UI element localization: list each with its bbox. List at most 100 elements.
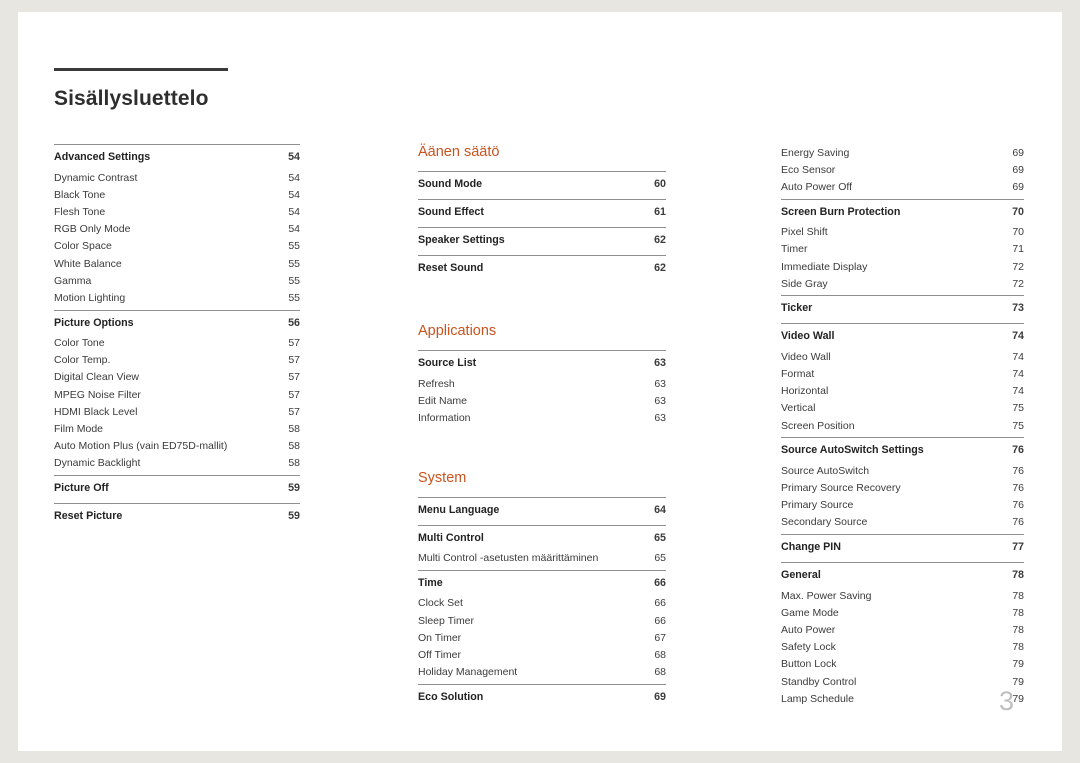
toc-entry-label: Auto Motion Plus (vain ED75D-mallit) xyxy=(54,440,228,453)
toc-entry-main[interactable]: Eco Solution 69 xyxy=(418,685,666,709)
toc-entry-label: On Timer xyxy=(418,631,462,644)
toc-entry-main[interactable]: Reset Picture 59 xyxy=(54,504,300,528)
toc-entry-sub[interactable]: Information 63 xyxy=(418,409,666,426)
toc-entry-main[interactable]: Change PIN 77 xyxy=(781,535,1024,559)
toc-entry-sub[interactable]: Sleep Timer 66 xyxy=(418,612,666,629)
toc-entry-main[interactable]: Picture Off 59 xyxy=(54,476,300,500)
toc-entry-sub[interactable]: Game Mode 78 xyxy=(781,604,1024,621)
toc-entry-sub[interactable]: On Timer 67 xyxy=(418,629,666,646)
toc-entry-main[interactable]: Reset Sound 62 xyxy=(418,256,666,280)
toc-entry-main[interactable]: Menu Language 64 xyxy=(418,498,666,522)
toc-entry-sub[interactable]: Edit Name 63 xyxy=(418,392,666,409)
toc-entry-sub[interactable]: Holiday Management 68 xyxy=(418,664,666,681)
toc-entry-label: Change PIN xyxy=(781,541,841,553)
toc-entry-sub[interactable]: Screen Position 75 xyxy=(781,417,1024,434)
toc-entry-label: Reset Sound xyxy=(418,262,484,274)
toc-entry-label: Time xyxy=(418,576,443,589)
toc-entry-sub[interactable]: Dynamic Contrast 54 xyxy=(54,169,300,186)
toc-entry-sub[interactable]: Standby Control 79 xyxy=(781,673,1024,690)
toc-entry-page: 77 xyxy=(1012,541,1024,553)
toc-entry-sub[interactable]: Video Wall 74 xyxy=(781,348,1024,365)
toc-entry-label: Timer xyxy=(781,243,808,256)
toc-entry-sub[interactable]: Clock Set 66 xyxy=(418,595,666,612)
toc-entry-main[interactable]: Multi Control 65 xyxy=(418,526,666,550)
toc-entry-sub[interactable]: Film Mode 58 xyxy=(54,420,300,437)
section-heading: Applications xyxy=(418,323,497,339)
toc-group: Eco Solution 69 xyxy=(418,683,666,712)
toc-entry-sub[interactable]: Immediate Display 72 xyxy=(781,258,1024,275)
toc-entry-main[interactable]: Ticker 73 xyxy=(781,296,1024,320)
toc-entry-main[interactable]: Source AutoSwitch Settings 76 xyxy=(781,438,1024,462)
toc-entry-sub[interactable]: Off Timer 68 xyxy=(418,646,666,663)
toc-entry-page: 76 xyxy=(1012,499,1024,512)
toc-entry-main[interactable]: Sound Effect 61 xyxy=(418,200,666,224)
toc-entry-label: Energy Saving xyxy=(781,146,850,159)
toc-entry-sub[interactable]: White Balance 55 xyxy=(54,255,300,272)
toc-entry-sub[interactable]: Color Temp. 57 xyxy=(54,352,300,369)
toc-entry-sub[interactable]: Auto Power Off 69 xyxy=(781,178,1024,195)
toc-entry-sub[interactable]: Lamp Schedule 79 xyxy=(781,690,1024,707)
toc-entry-main[interactable]: Video Wall 74 xyxy=(781,324,1024,348)
toc-entry-label: Sleep Timer xyxy=(418,614,475,627)
toc-entry-main[interactable]: Screen Burn Protection 70 xyxy=(781,200,1024,224)
toc-entry-sub[interactable]: Secondary Source 76 xyxy=(781,514,1024,531)
toc-entry-label: Immediate Display xyxy=(781,260,868,273)
toc-entry-sub[interactable]: Safety Lock 78 xyxy=(781,639,1024,656)
toc-entry-page: 73 xyxy=(1012,302,1024,315)
toc-entry-label: Picture Options xyxy=(54,316,134,329)
toc-entry-sub[interactable]: Timer 71 xyxy=(781,241,1024,258)
page-title-block: Sisällysluettelo xyxy=(54,68,228,111)
toc-entry-sub[interactable]: Horizontal 74 xyxy=(781,383,1024,400)
toc-entry-sub[interactable]: Multi Control -asetusten määrittäminen 65 xyxy=(418,550,666,567)
toc-entry-main[interactable]: Speaker Settings 62 xyxy=(418,228,666,252)
toc-entry-sub[interactable]: Vertical 75 xyxy=(781,400,1024,417)
toc-entry-sub[interactable]: Primary Source Recovery 76 xyxy=(781,479,1024,496)
toc-entry-sub[interactable]: RGB Only Mode 54 xyxy=(54,221,300,238)
toc-entry-page: 75 xyxy=(1012,419,1024,432)
toc-entry-sub[interactable]: MPEG Noise Filter 57 xyxy=(54,386,300,403)
toc-entry-label: Speaker Settings xyxy=(418,234,505,246)
toc-entry-sub[interactable]: Button Lock 79 xyxy=(781,656,1024,673)
toc-entry-page: 59 xyxy=(288,510,300,522)
toc-entry-sub[interactable]: Refresh 63 xyxy=(418,375,666,392)
toc-entry-sub[interactable]: Black Tone 54 xyxy=(54,186,300,203)
toc-entry-label: HDMI Black Level xyxy=(54,405,138,418)
toc-entry-sub[interactable]: Motion Lighting 55 xyxy=(54,289,300,306)
toc-entry-sub[interactable]: Gamma 55 xyxy=(54,272,300,289)
toc-entry-sub[interactable]: Energy Saving 69 xyxy=(781,144,1024,161)
toc-entry-sub[interactable]: Color Space 55 xyxy=(54,238,300,255)
toc-entry-main[interactable]: Time 66 xyxy=(418,571,666,595)
toc-entry-main[interactable]: General 78 xyxy=(781,563,1024,587)
toc-entry-main[interactable]: Advanced Settings 54 xyxy=(54,145,300,169)
toc-entry-sub[interactable]: Side Gray 72 xyxy=(781,275,1024,292)
toc-entry-label: Information xyxy=(418,411,471,424)
toc-column-2: Äänen säätö Sound Mode 60 Sound Effect 61 Spe… xyxy=(418,144,666,712)
toc-entry-label: Advanced Settings xyxy=(54,151,151,163)
toc-entry-main[interactable]: Source List 63 xyxy=(418,351,666,375)
toc-entry-sub[interactable]: Eco Sensor 69 xyxy=(781,161,1024,178)
toc-entry-page: 57 xyxy=(288,388,300,401)
toc-entry-page: 70 xyxy=(1012,205,1024,218)
toc-entry-page: 57 xyxy=(288,405,300,418)
toc-entry-sub[interactable]: Flesh Tone 54 xyxy=(54,203,300,220)
toc-entry-sub[interactable]: Auto Motion Plus (vain ED75D-mallit) 58 xyxy=(54,438,300,455)
toc-entry-label: Sound Effect xyxy=(418,206,484,218)
toc-entry-label: Dynamic Contrast xyxy=(54,171,138,184)
toc-entry-page: 63 xyxy=(654,357,666,369)
toc-entry-main[interactable]: Picture Options 56 xyxy=(54,311,300,335)
toc-entry-sub[interactable]: Pixel Shift 70 xyxy=(781,224,1024,241)
toc-entry-main[interactable]: Sound Mode 60 xyxy=(418,172,666,196)
toc-entry-sub[interactable]: Max. Power Saving 78 xyxy=(781,587,1024,604)
toc-entry-sub[interactable]: Auto Power 78 xyxy=(781,621,1024,638)
toc-entry-page: 66 xyxy=(654,614,666,627)
toc-entry-sub[interactable]: Primary Source 76 xyxy=(781,497,1024,514)
toc-group: Sound Effect 61 xyxy=(418,199,666,227)
toc-entry-sub[interactable]: Color Tone 57 xyxy=(54,335,300,352)
toc-entry-sub[interactable]: Source AutoSwitch 76 xyxy=(781,462,1024,479)
toc-entry-sub[interactable]: Format 74 xyxy=(781,366,1024,383)
toc-entry-sub[interactable]: Dynamic Backlight 58 xyxy=(54,455,300,472)
toc-entry-page: 78 xyxy=(1012,641,1024,654)
toc-entry-label: Horizontal xyxy=(781,385,829,398)
toc-entry-sub[interactable]: HDMI Black Level 57 xyxy=(54,403,300,420)
toc-entry-sub[interactable]: Digital Clean View 57 xyxy=(54,369,300,386)
